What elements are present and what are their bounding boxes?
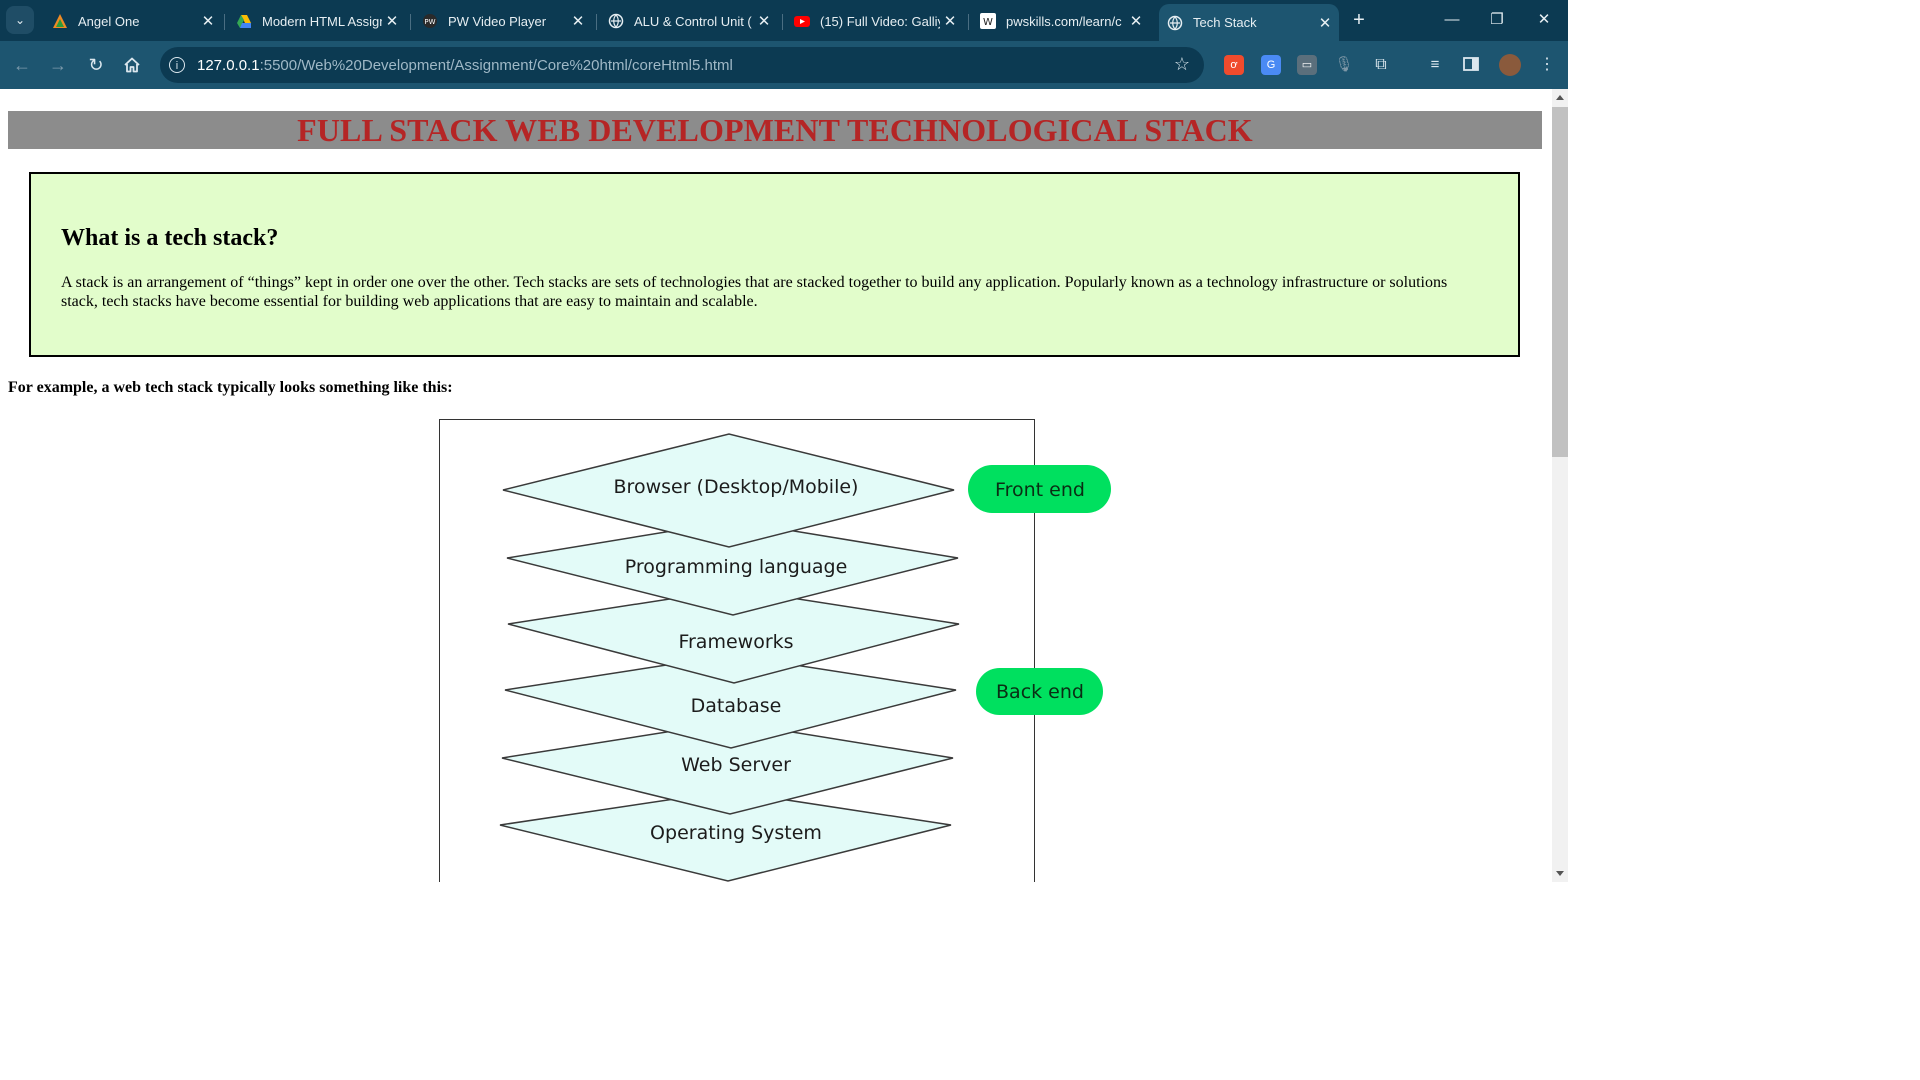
youtube-icon (794, 13, 810, 29)
tab-title: PW Video Player (448, 13, 547, 29)
window-close-icon[interactable]: ✕ (1524, 8, 1564, 32)
microphone-icon[interactable]: 🎙 (1334, 55, 1354, 75)
side-panel-icon[interactable] (1461, 55, 1481, 75)
tab-title: (15) Full Video: Galliy (820, 13, 940, 29)
scrollbar-thumb[interactable] (1552, 107, 1568, 457)
forward-arrow-icon[interactable]: → (44, 51, 72, 79)
extension-gray-icon[interactable]: ▭ (1297, 55, 1317, 75)
tab-title: pwskills.com/learn/c (1006, 13, 1122, 29)
google-drive-icon (236, 13, 252, 29)
close-icon[interactable]: ✕ (940, 12, 960, 30)
new-tab-plus-icon[interactable]: + (1348, 8, 1370, 32)
url-path: :5500/Web%20Development/Assignment/Core%… (259, 56, 733, 74)
close-icon[interactable]: ✕ (568, 12, 588, 30)
close-icon[interactable]: ✕ (198, 12, 218, 30)
layer-label: Programming language (625, 556, 848, 578)
pw-icon: PW (422, 13, 438, 29)
browser-toolbar: ← → ↻ i 127.0.0.1:5500/Web%20Development… (0, 41, 1568, 89)
layer-label: Database (691, 695, 782, 717)
close-icon[interactable]: ✕ (754, 12, 774, 30)
tab-divider (596, 14, 597, 30)
tab-alu-control-unit[interactable]: ALU & Control Unit ( ✕ (600, 6, 778, 36)
tab-pwskills[interactable]: W pwskills.com/learn/c ✕ (972, 6, 1150, 36)
tab-divider (410, 14, 411, 30)
tab-title: ALU & Control Unit ( (634, 13, 752, 29)
svg-text:PW: PW (424, 18, 435, 26)
tab-tech-stack[interactable]: Tech Stack ✕ (1159, 4, 1339, 41)
tab-divider (224, 14, 225, 30)
menu-kebab-icon[interactable]: ⋮ (1537, 55, 1557, 75)
page-title-banner: FULL STACK WEB DEVELOPMENT TECHNOLOGICAL… (8, 111, 1542, 149)
front-end-pill: Front end (968, 465, 1111, 513)
page-scrollbar[interactable] (1552, 89, 1568, 882)
tab-search-chevron-icon[interactable]: ⌄ (6, 6, 34, 34)
scroll-up-arrow-icon[interactable] (1556, 95, 1564, 100)
profile-avatar[interactable] (1499, 54, 1521, 76)
tab-title: Modern HTML Assign (262, 13, 382, 29)
browser-tab-strip: ⌄ Angel One ✕ Modern HTML Assign ✕ PW PW… (0, 0, 1568, 41)
url-text: 127.0.0.1:5500/Web%20Development/Assignm… (197, 57, 733, 74)
tab-title: Angel One (78, 13, 140, 29)
globe-icon (1167, 15, 1183, 31)
example-caption: For example, a web tech stack typically … (8, 379, 453, 396)
tab-modern-html[interactable]: Modern HTML Assign ✕ (228, 6, 406, 36)
web-page: FULL STACK WEB DEVELOPMENT TECHNOLOGICAL… (0, 89, 1552, 882)
layer-label: Browser (Desktop/Mobile) (614, 476, 859, 498)
bookmark-star-icon[interactable]: ☆ (1174, 54, 1190, 75)
tab-youtube-video[interactable]: (15) Full Video: Galliy ✕ (786, 6, 964, 36)
layer-label: Operating System (650, 822, 822, 844)
home-icon[interactable] (118, 51, 146, 79)
tech-stack-info-box: What is a tech stack? A stack is an arra… (29, 172, 1520, 357)
back-arrow-icon[interactable]: ← (8, 51, 36, 79)
globe-icon (608, 13, 624, 29)
site-info-icon[interactable]: i (169, 57, 185, 73)
close-icon[interactable]: ✕ (1126, 12, 1146, 30)
extensions-puzzle-icon[interactable]: ⧉ (1371, 55, 1391, 75)
layer-label: Frameworks (678, 631, 793, 653)
layer-label: Web Server (681, 754, 791, 776)
extension-red-icon[interactable]: ơ (1224, 55, 1244, 75)
section-paragraph: A stack is an arrangement of “things” ke… (61, 274, 1448, 310)
tech-stack-diagram: Operating System Web Server Database Fra… (499, 433, 1111, 882)
scroll-down-arrow-icon[interactable] (1556, 871, 1564, 876)
layer-browser: Browser (Desktop/Mobile) (502, 433, 955, 548)
tab-title: Tech Stack (1193, 15, 1257, 30)
minimize-icon[interactable]: — (1432, 8, 1472, 32)
close-icon[interactable]: ✕ (382, 12, 402, 30)
pwskills-icon: W (980, 13, 996, 29)
tab-divider (782, 14, 783, 30)
section-heading: What is a tech stack? (61, 225, 279, 251)
tab-divider (968, 14, 969, 30)
front-end-label: Front end (995, 479, 1085, 501)
back-end-pill: Back end (976, 668, 1103, 715)
media-control-icon[interactable]: ≡ (1425, 55, 1445, 75)
address-bar[interactable]: i 127.0.0.1:5500/Web%20Development/Assig… (160, 47, 1204, 83)
tab-angel-one[interactable]: Angel One ✕ (44, 6, 222, 36)
reload-icon[interactable]: ↻ (82, 51, 110, 79)
url-host: 127.0.0.1 (197, 56, 260, 74)
svg-text:W: W (983, 17, 993, 28)
angel-one-icon (52, 13, 68, 29)
close-icon[interactable]: ✕ (1315, 14, 1335, 32)
google-translate-icon[interactable]: G (1261, 55, 1281, 75)
back-end-label: Back end (996, 681, 1084, 703)
tab-pw-video-player[interactable]: PW PW Video Player ✕ (414, 6, 592, 36)
restore-icon[interactable]: ❐ (1477, 8, 1517, 32)
